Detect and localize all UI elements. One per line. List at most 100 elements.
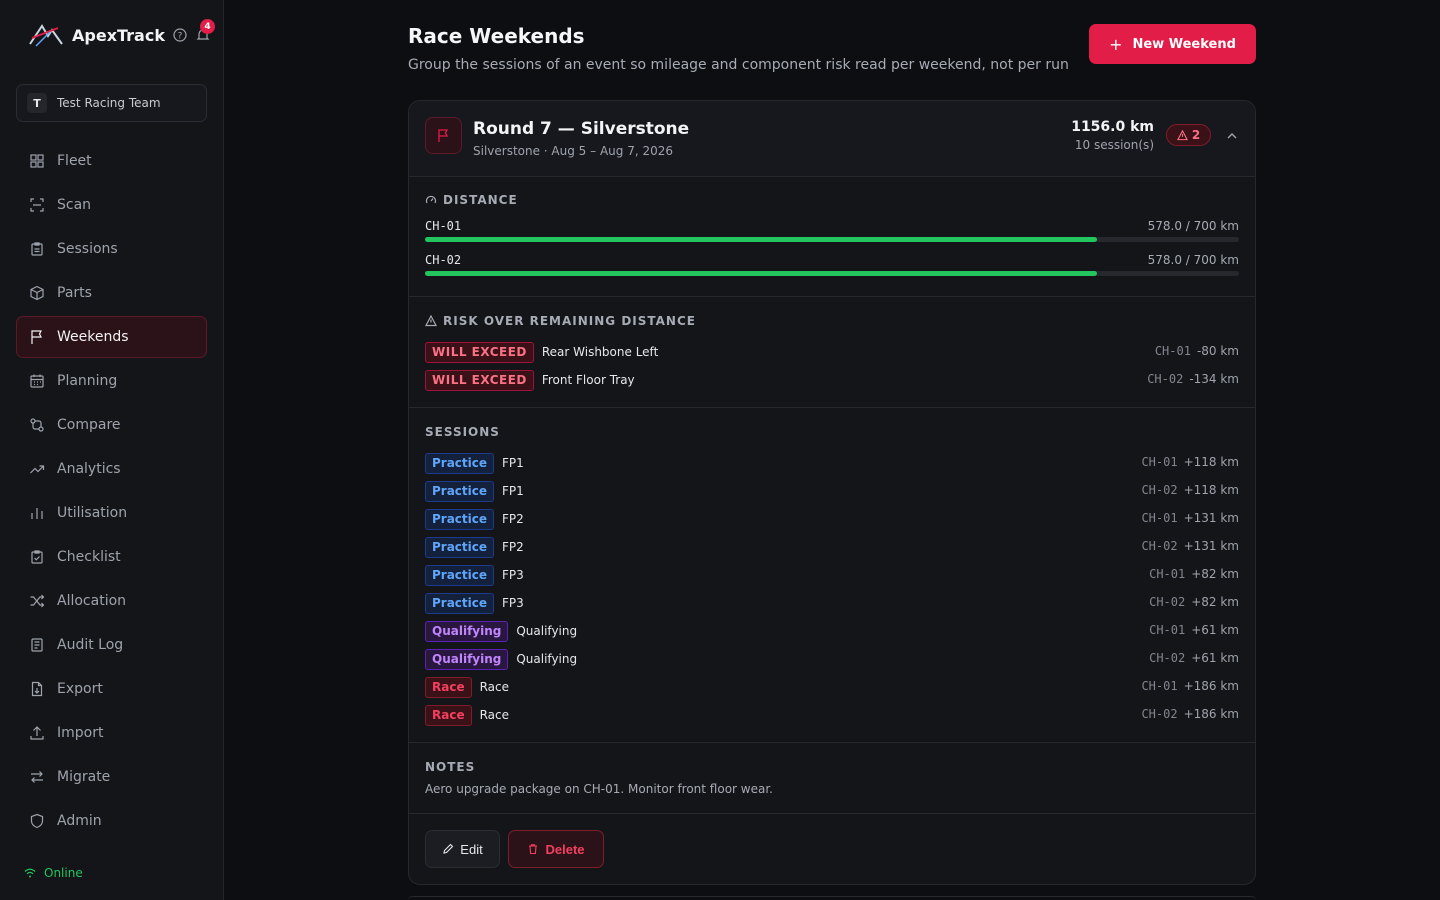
sidebar-item-analytics[interactable]: Analytics [16,448,207,490]
flag-icon [438,129,449,142]
session-distance: CH-01 +61 km [1149,623,1239,637]
weekend-flag-badge [425,117,462,154]
weekend-location-dates: Silverstone · Aug 5 – Aug 7, 2026 [473,144,673,158]
session-distance: CH-01 +186 km [1141,679,1239,693]
session-row[interactable]: Practice FP1 CH-02 +118 km [425,480,1239,502]
session-km: +61 km [1191,623,1239,637]
session-km: +118 km [1183,483,1239,497]
weekend-title: Round 7 — Silverstone [473,119,690,139]
session-type-tag: Practice [425,592,495,614]
sidebar-item-migrate[interactable]: Migrate [16,756,207,798]
session-row[interactable]: Qualifying Qualifying CH-02 +61 km [425,648,1239,670]
sidebar-item-checklist[interactable]: Checklist [16,536,207,578]
session-name: FP2 [502,512,524,526]
chassis-id: CH-01 [1149,623,1186,637]
edit-button[interactable]: Edit [425,830,500,868]
sidebar-item-import[interactable]: Import [16,712,207,754]
sidebar-item-allocation[interactable]: Allocation [16,580,207,622]
chassis-id: CH-02 [1141,707,1178,721]
chevron-up-icon[interactable] [1225,129,1239,143]
notes-label: NOTES [425,760,476,774]
chassis-id: CH-02 [425,253,462,267]
sidebar-item-label: Audit Log [57,637,124,653]
session-row[interactable]: Practice FP3 CH-02 +82 km [425,592,1239,614]
session-type-tag: Practice [425,508,495,530]
session-name: FP2 [502,540,524,554]
sidebar-item-label: Sessions [57,241,118,257]
notifications-bell-icon[interactable]: 4 [195,19,215,43]
distance-value: 578.0 / 700 km [1147,219,1239,233]
sidebar-item-export[interactable]: Export [16,668,207,710]
sidebar-item-audit-log[interactable]: Audit Log [16,624,207,666]
weekend-total-distance: 1156.0 km [1071,119,1154,135]
session-type-tag: Race [425,676,472,698]
team-switcher[interactable]: T Test Racing Team [16,84,207,122]
session-km: +61 km [1191,651,1239,665]
session-row[interactable]: Practice FP1 CH-01 +118 km [425,452,1239,474]
session-row[interactable]: Qualifying Qualifying CH-01 +61 km [425,620,1239,642]
sidebar-item-admin[interactable]: Admin [16,800,207,842]
gauge-icon [425,195,437,204]
flag-icon [31,330,42,344]
sidebar-item-parts[interactable]: Parts [16,272,207,314]
sidebar-item-compare[interactable]: Compare [16,404,207,446]
session-row[interactable]: Practice FP3 CH-01 +82 km [425,564,1239,586]
notes-section-label: NOTES [425,760,475,774]
weekend-card-header[interactable]: Round 7 — Silverstone Silverstone · Aug … [409,101,1255,177]
chassis-id: CH-02 [1141,483,1178,497]
section-divider [409,407,1255,408]
session-row[interactable]: Race Race CH-01 +186 km [425,676,1239,698]
session-km: +131 km [1183,511,1239,525]
session-row[interactable]: Practice FP2 CH-01 +131 km [425,508,1239,530]
delete-button[interactable]: Delete [508,830,604,868]
session-row[interactable]: Race Race CH-02 +186 km [425,704,1239,726]
compare-icon [30,418,44,432]
distance-row: CH-01 578.0 / 700 km [425,219,1239,243]
will-exceed-tag: WILL EXCEED [425,341,534,363]
session-km: +131 km [1183,539,1239,553]
sidebar-item-label: Parts [57,285,92,301]
session-distance: CH-01 +131 km [1141,511,1239,525]
section-divider [409,742,1255,743]
sidebar-item-label: Checklist [57,549,121,565]
session-km: +118 km [1183,455,1239,469]
shield-icon [30,813,44,829]
session-name: Qualifying [516,624,578,638]
sidebar-item-fleet[interactable]: Fleet [16,140,207,182]
sidebar-item-label: Admin [57,813,102,829]
edit-label: Edit [460,841,483,857]
team-avatar: T [27,93,47,113]
page-subtitle: Group the sessions of an event so mileag… [408,57,1069,73]
new-weekend-button[interactable]: + New Weekend [1089,24,1256,64]
session-type-tag: Qualifying [425,620,509,642]
wifi-icon [24,868,36,878]
calendar-icon [30,374,44,388]
sidebar-item-utilisation[interactable]: Utilisation [16,492,207,534]
session-distance: CH-01 +82 km [1149,567,1239,581]
trash-icon [529,844,538,855]
brand[interactable]: ApexTrack ? 4 [28,19,215,50]
warning-icon [425,315,437,327]
session-name: Qualifying [516,652,578,666]
section-divider [409,813,1255,814]
session-km: +186 km [1183,679,1239,693]
new-weekend-label: New Weekend [1132,36,1236,52]
session-distance: CH-02 +82 km [1149,595,1239,609]
chassis-id: CH-01 [1141,455,1178,469]
session-km: +82 km [1191,595,1239,609]
sidebar-item-label: Allocation [57,593,127,609]
sidebar-item-weekends[interactable]: Weekends [16,316,207,358]
remaining-km: -80 km [1196,344,1239,358]
sidebar-item-scan[interactable]: Scan [16,184,207,226]
weekend-card: Round 7 — Silverstone Silverstone · Aug … [408,100,1256,885]
session-name: FP3 [502,568,524,582]
help-icon[interactable]: ? [173,28,187,42]
session-row[interactable]: Practice FP2 CH-02 +131 km [425,536,1239,558]
distance-label: DISTANCE [443,193,518,207]
sidebar-item-sessions[interactable]: Sessions [16,228,207,270]
chassis-id: CH-01 [1149,567,1186,581]
sidebar-item-planning[interactable]: Planning [16,360,207,402]
connection-status: Online [24,866,83,880]
risk-row: WILL EXCEED Front Floor Tray CH-02 -134 km [425,369,1239,391]
part-name: Rear Wishbone Left [541,345,659,359]
